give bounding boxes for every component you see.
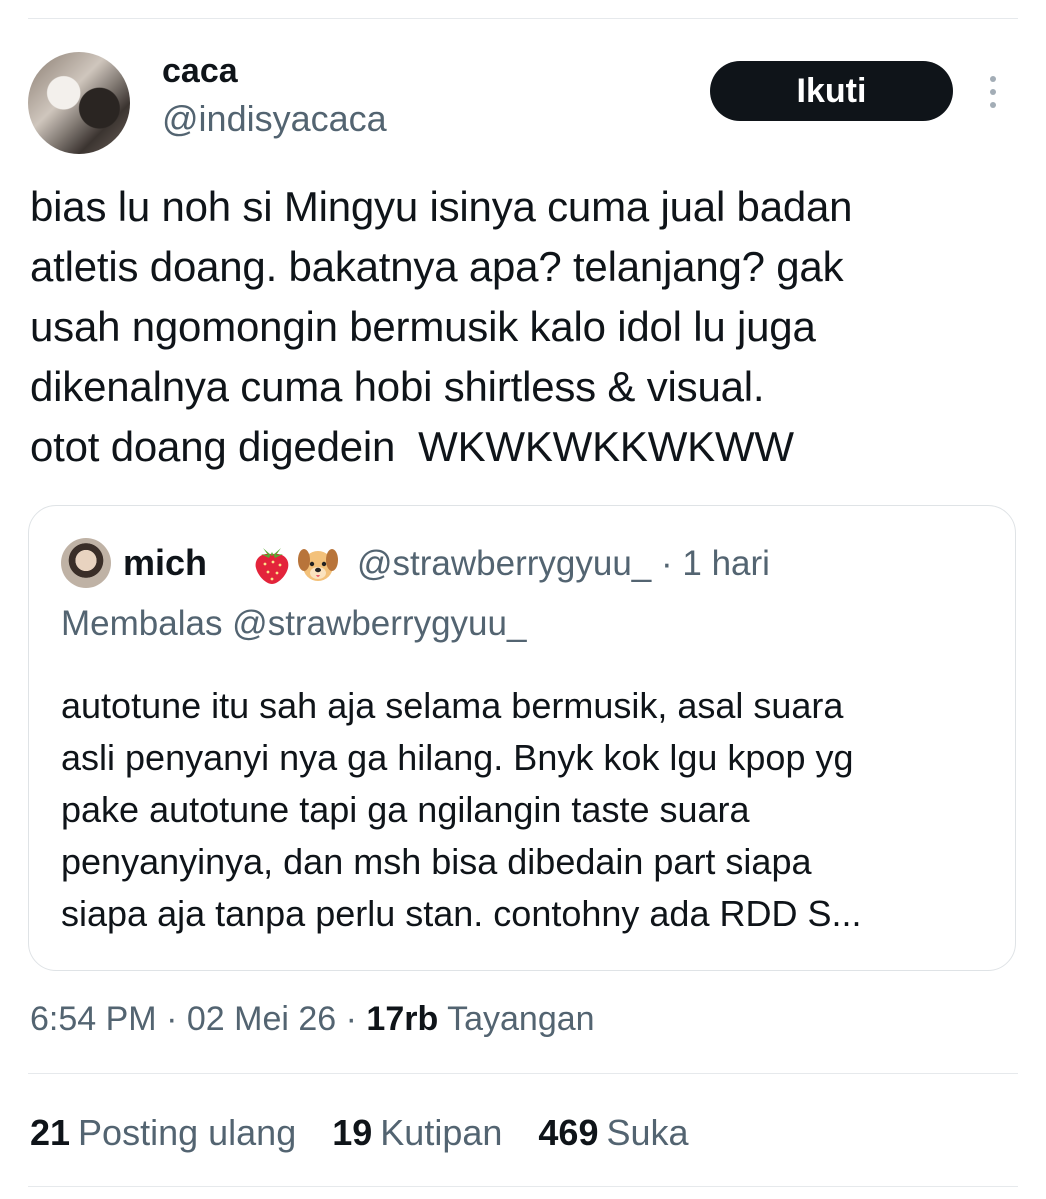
author-handle[interactable]: @indisyacaca <box>162 98 387 140</box>
reposts-label: Posting ulang <box>78 1112 297 1153</box>
top-divider <box>28 18 1018 19</box>
tweet-date[interactable]: 02 Mei 26 <box>187 1000 336 1038</box>
quotes-label: Kutipan <box>380 1112 503 1153</box>
likes-label: Suka <box>606 1112 689 1153</box>
follow-button[interactable]: Ikuti <box>710 61 953 121</box>
more-options-icon[interactable] <box>980 72 1006 112</box>
strawberry-emoji-icon <box>255 548 289 584</box>
likes-count: 469 <box>538 1112 599 1153</box>
quoted-author-name: mich <box>123 542 208 583</box>
quoted-time: · 1 hari <box>661 544 770 583</box>
quoted-reply-to: Membalas @strawberrygyuu_ <box>61 604 527 643</box>
quoted-author-handle: @strawberrygyuu_ · 1 hari <box>357 544 770 584</box>
quoted-tweet-card[interactable]: mich @strawberrygyuu_ · 1 hari Membalas … <box>28 505 1016 971</box>
author-name[interactable]: caca <box>162 52 238 91</box>
views-label: Tayangan <box>447 1000 595 1038</box>
quotes-stat[interactable]: 19 Kutipan <box>332 1112 502 1154</box>
puppy-emoji-icon <box>298 549 338 581</box>
stats-divider <box>28 1073 1018 1074</box>
quoted-tweet-text: autotune itu sah aja selama bermusik, as… <box>61 685 862 934</box>
views-count: 17rb <box>366 1000 439 1038</box>
likes-stat[interactable]: 469 Suka <box>538 1112 688 1154</box>
reposts-stat[interactable]: 21 Posting ulang <box>30 1112 296 1154</box>
author-avatar[interactable] <box>28 52 130 154</box>
quoted-author-avatar <box>61 538 111 588</box>
reposts-count: 21 <box>30 1112 71 1153</box>
tweet-stats: 21 Posting ulang 19 Kutipan 469 Suka <box>30 1112 715 1154</box>
bottom-divider <box>28 1186 1018 1187</box>
tweet-text: bias lu noh si Mingyu isinya cuma jual b… <box>30 183 853 470</box>
quoted-handle-text: @strawberrygyuu_ <box>357 544 652 583</box>
quotes-count: 19 <box>332 1112 373 1153</box>
tweet-time[interactable]: 6:54 PM <box>30 1000 157 1038</box>
meta-separator: · <box>345 1000 367 1038</box>
meta-separator: · <box>166 1000 187 1038</box>
tweet-meta: 6:54 PM · 02 Mei 26 · 17rb Tayangan <box>30 1000 595 1039</box>
